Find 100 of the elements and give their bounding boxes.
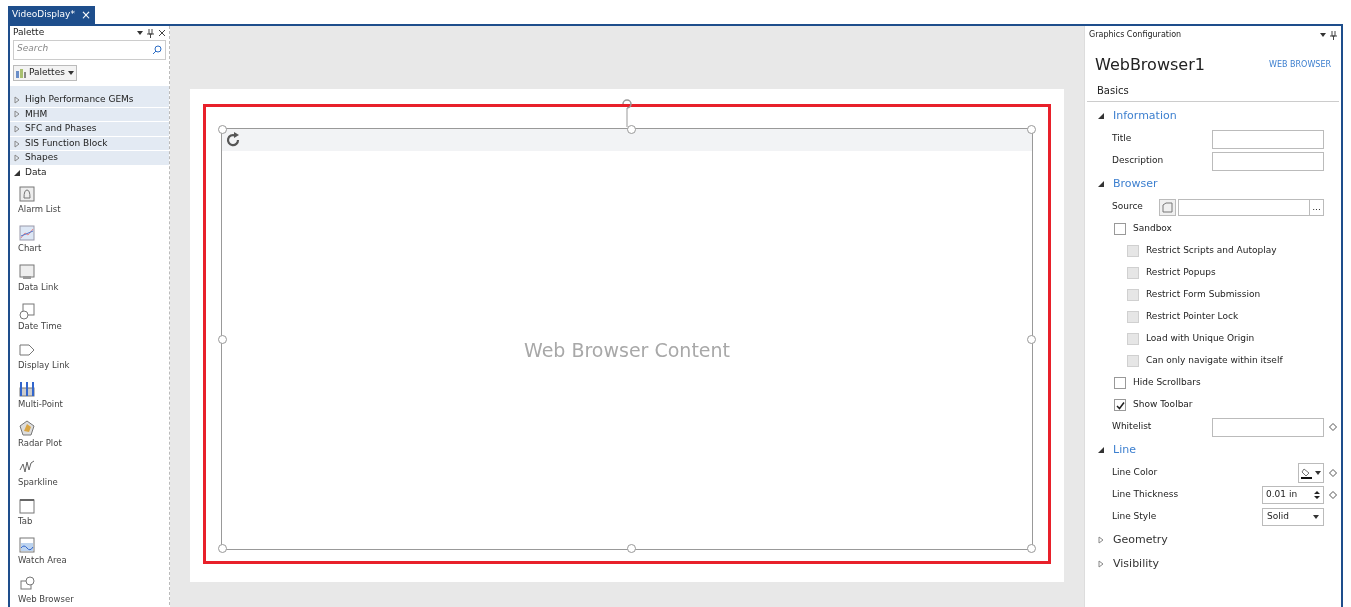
watch-tool-icon: [18, 535, 36, 554]
placeholder-text: Web Browser Content: [523, 337, 731, 363]
property-label: Source: [1112, 200, 1144, 214]
checkbox[interactable]: [1114, 399, 1126, 411]
checkbox-label: Restrict Scripts and Autoplay: [1146, 244, 1277, 258]
search-field[interactable]: Search: [13, 40, 166, 60]
expanded-triangle-icon[interactable]: [13, 168, 21, 177]
spin-arrows-icon[interactable]: [1314, 490, 1320, 500]
checkbox-label: Sandbox: [1133, 222, 1172, 236]
radar-tool-icon: [18, 418, 36, 437]
palette-item[interactable]: Sparkline: [18, 453, 169, 493]
palette-item[interactable]: Radar Plot: [18, 414, 169, 454]
tab-title: VideoDisplay*: [12, 8, 75, 22]
line-thickness-spinner[interactable]: 0.01 in: [1262, 486, 1324, 504]
palette-item[interactable]: Watch Area: [18, 531, 169, 571]
palette-item[interactable]: Multi-Point: [18, 375, 169, 415]
resize-handle[interactable]: [218, 544, 227, 553]
alarm-tool-icon: [18, 184, 36, 203]
palette-item[interactable]: Alarm List: [18, 180, 169, 220]
paint-bucket-icon: [1301, 467, 1313, 479]
panel-title: Palette: [13, 26, 45, 40]
expanded-triangle-icon[interactable]: [1097, 112, 1105, 120]
checkbox-label: Hide Scrollbars: [1133, 376, 1201, 390]
checkbox-label: Show Toolbar: [1133, 398, 1193, 412]
property-label: Title: [1112, 132, 1133, 146]
caret-icon: [1315, 471, 1321, 475]
expanded-triangle-icon[interactable]: [1097, 446, 1105, 454]
expanded-triangle-icon[interactable]: [1097, 180, 1105, 188]
web-tool-icon: [18, 574, 36, 593]
datalink-tool-icon: [18, 262, 36, 281]
section-header[interactable]: Browser: [1085, 172, 1341, 196]
collapsed-triangle-icon[interactable]: [1097, 536, 1105, 544]
pin-icon[interactable]: [147, 28, 154, 38]
section-header[interactable]: Geometry: [1085, 528, 1341, 552]
checkbox[interactable]: [1114, 377, 1126, 389]
document-tab[interactable]: VideoDisplay* ×: [8, 6, 95, 24]
search-placeholder: Search: [17, 42, 49, 55]
resize-handle[interactable]: [627, 125, 636, 134]
palette-item[interactable]: Web Browser: [18, 570, 169, 607]
browse-button[interactable]: ...: [1309, 199, 1323, 215]
property-label: Line Style: [1112, 510, 1158, 524]
palette-item[interactable]: Tab: [18, 492, 169, 532]
refresh-icon[interactable]: [224, 131, 242, 149]
source-field[interactable]: ...: [1178, 198, 1324, 216]
collapsed-triangle-icon[interactable]: [1097, 560, 1105, 568]
panel-title: Graphics Configuration: [1089, 29, 1182, 41]
checkbox[interactable]: [1114, 223, 1126, 235]
tab-tool-icon: [18, 496, 36, 515]
line-color-picker[interactable]: [1298, 463, 1324, 483]
diamond-icon[interactable]: [1329, 423, 1337, 431]
pin-icon[interactable]: [1330, 30, 1337, 40]
basics-tab[interactable]: Basics: [1097, 83, 1129, 101]
object-name: WebBrowser1: [1095, 54, 1205, 76]
palette-category[interactable]: High Performance GEMs: [10, 93, 169, 108]
checkbox-label: Restrict Form Submission: [1146, 288, 1261, 302]
checkbox-label: Load with Unique Origin: [1146, 332, 1255, 346]
palette-item[interactable]: Date Time: [18, 297, 169, 337]
palette-item[interactable]: Data Link: [18, 258, 169, 298]
diamond-icon[interactable]: [1329, 491, 1337, 499]
property-label: Whitelist: [1112, 420, 1153, 434]
close-tab-button[interactable]: ×: [80, 6, 91, 24]
palettes-button[interactable]: Palettes: [13, 65, 77, 81]
checkmark-icon: [1115, 400, 1125, 410]
resize-handle[interactable]: [627, 544, 636, 553]
text-field[interactable]: [1212, 417, 1324, 437]
section-header[interactable]: Visibility: [1085, 552, 1341, 576]
palette-item[interactable]: Chart: [18, 219, 169, 259]
object-type: WEB BROWSER: [1269, 59, 1331, 71]
resize-handle[interactable]: [218, 125, 227, 134]
section-header[interactable]: Line: [1085, 438, 1341, 462]
resize-handle[interactable]: [1027, 125, 1036, 134]
checkbox-label: Restrict Popups: [1146, 266, 1216, 280]
caret-icon: [1313, 515, 1319, 519]
caret-icon: [137, 31, 143, 35]
search-icon: [152, 45, 162, 55]
rotate-handle-drawing[interactable]: [621, 99, 633, 129]
checkbox-label: Can only navigate within itself: [1146, 354, 1283, 368]
checkbox-label: Restrict Pointer Lock: [1146, 310, 1239, 324]
close-icon[interactable]: [158, 29, 166, 37]
palette-category[interactable]: SFC and Phases: [10, 122, 169, 137]
datetime-tool-icon: [18, 301, 36, 320]
resize-handle[interactable]: [1027, 544, 1036, 553]
resize-handle[interactable]: [1027, 335, 1036, 344]
text-field[interactable]: [1212, 151, 1324, 171]
property-label: Line Thickness: [1112, 488, 1180, 502]
line-style-dropdown[interactable]: Solid: [1262, 508, 1324, 526]
file-icon: [1162, 201, 1173, 213]
diamond-icon[interactable]: [1329, 469, 1337, 477]
dropdown-value: Solid: [1267, 510, 1289, 524]
multipoint-tool-icon: [18, 379, 36, 398]
section-header[interactable]: Information: [1085, 104, 1341, 128]
palette-item[interactable]: Display Link: [18, 336, 169, 376]
property-label: Line Color: [1112, 466, 1159, 480]
spinner-value: 0.01 in: [1266, 488, 1298, 502]
text-field[interactable]: [1212, 129, 1324, 149]
browse-file-button[interactable]: [1159, 198, 1176, 216]
palette-category[interactable]: Shapes: [10, 151, 169, 166]
resize-handle[interactable]: [218, 335, 227, 344]
property-label: Description: [1112, 154, 1165, 168]
chart-tool-icon: [18, 223, 36, 242]
